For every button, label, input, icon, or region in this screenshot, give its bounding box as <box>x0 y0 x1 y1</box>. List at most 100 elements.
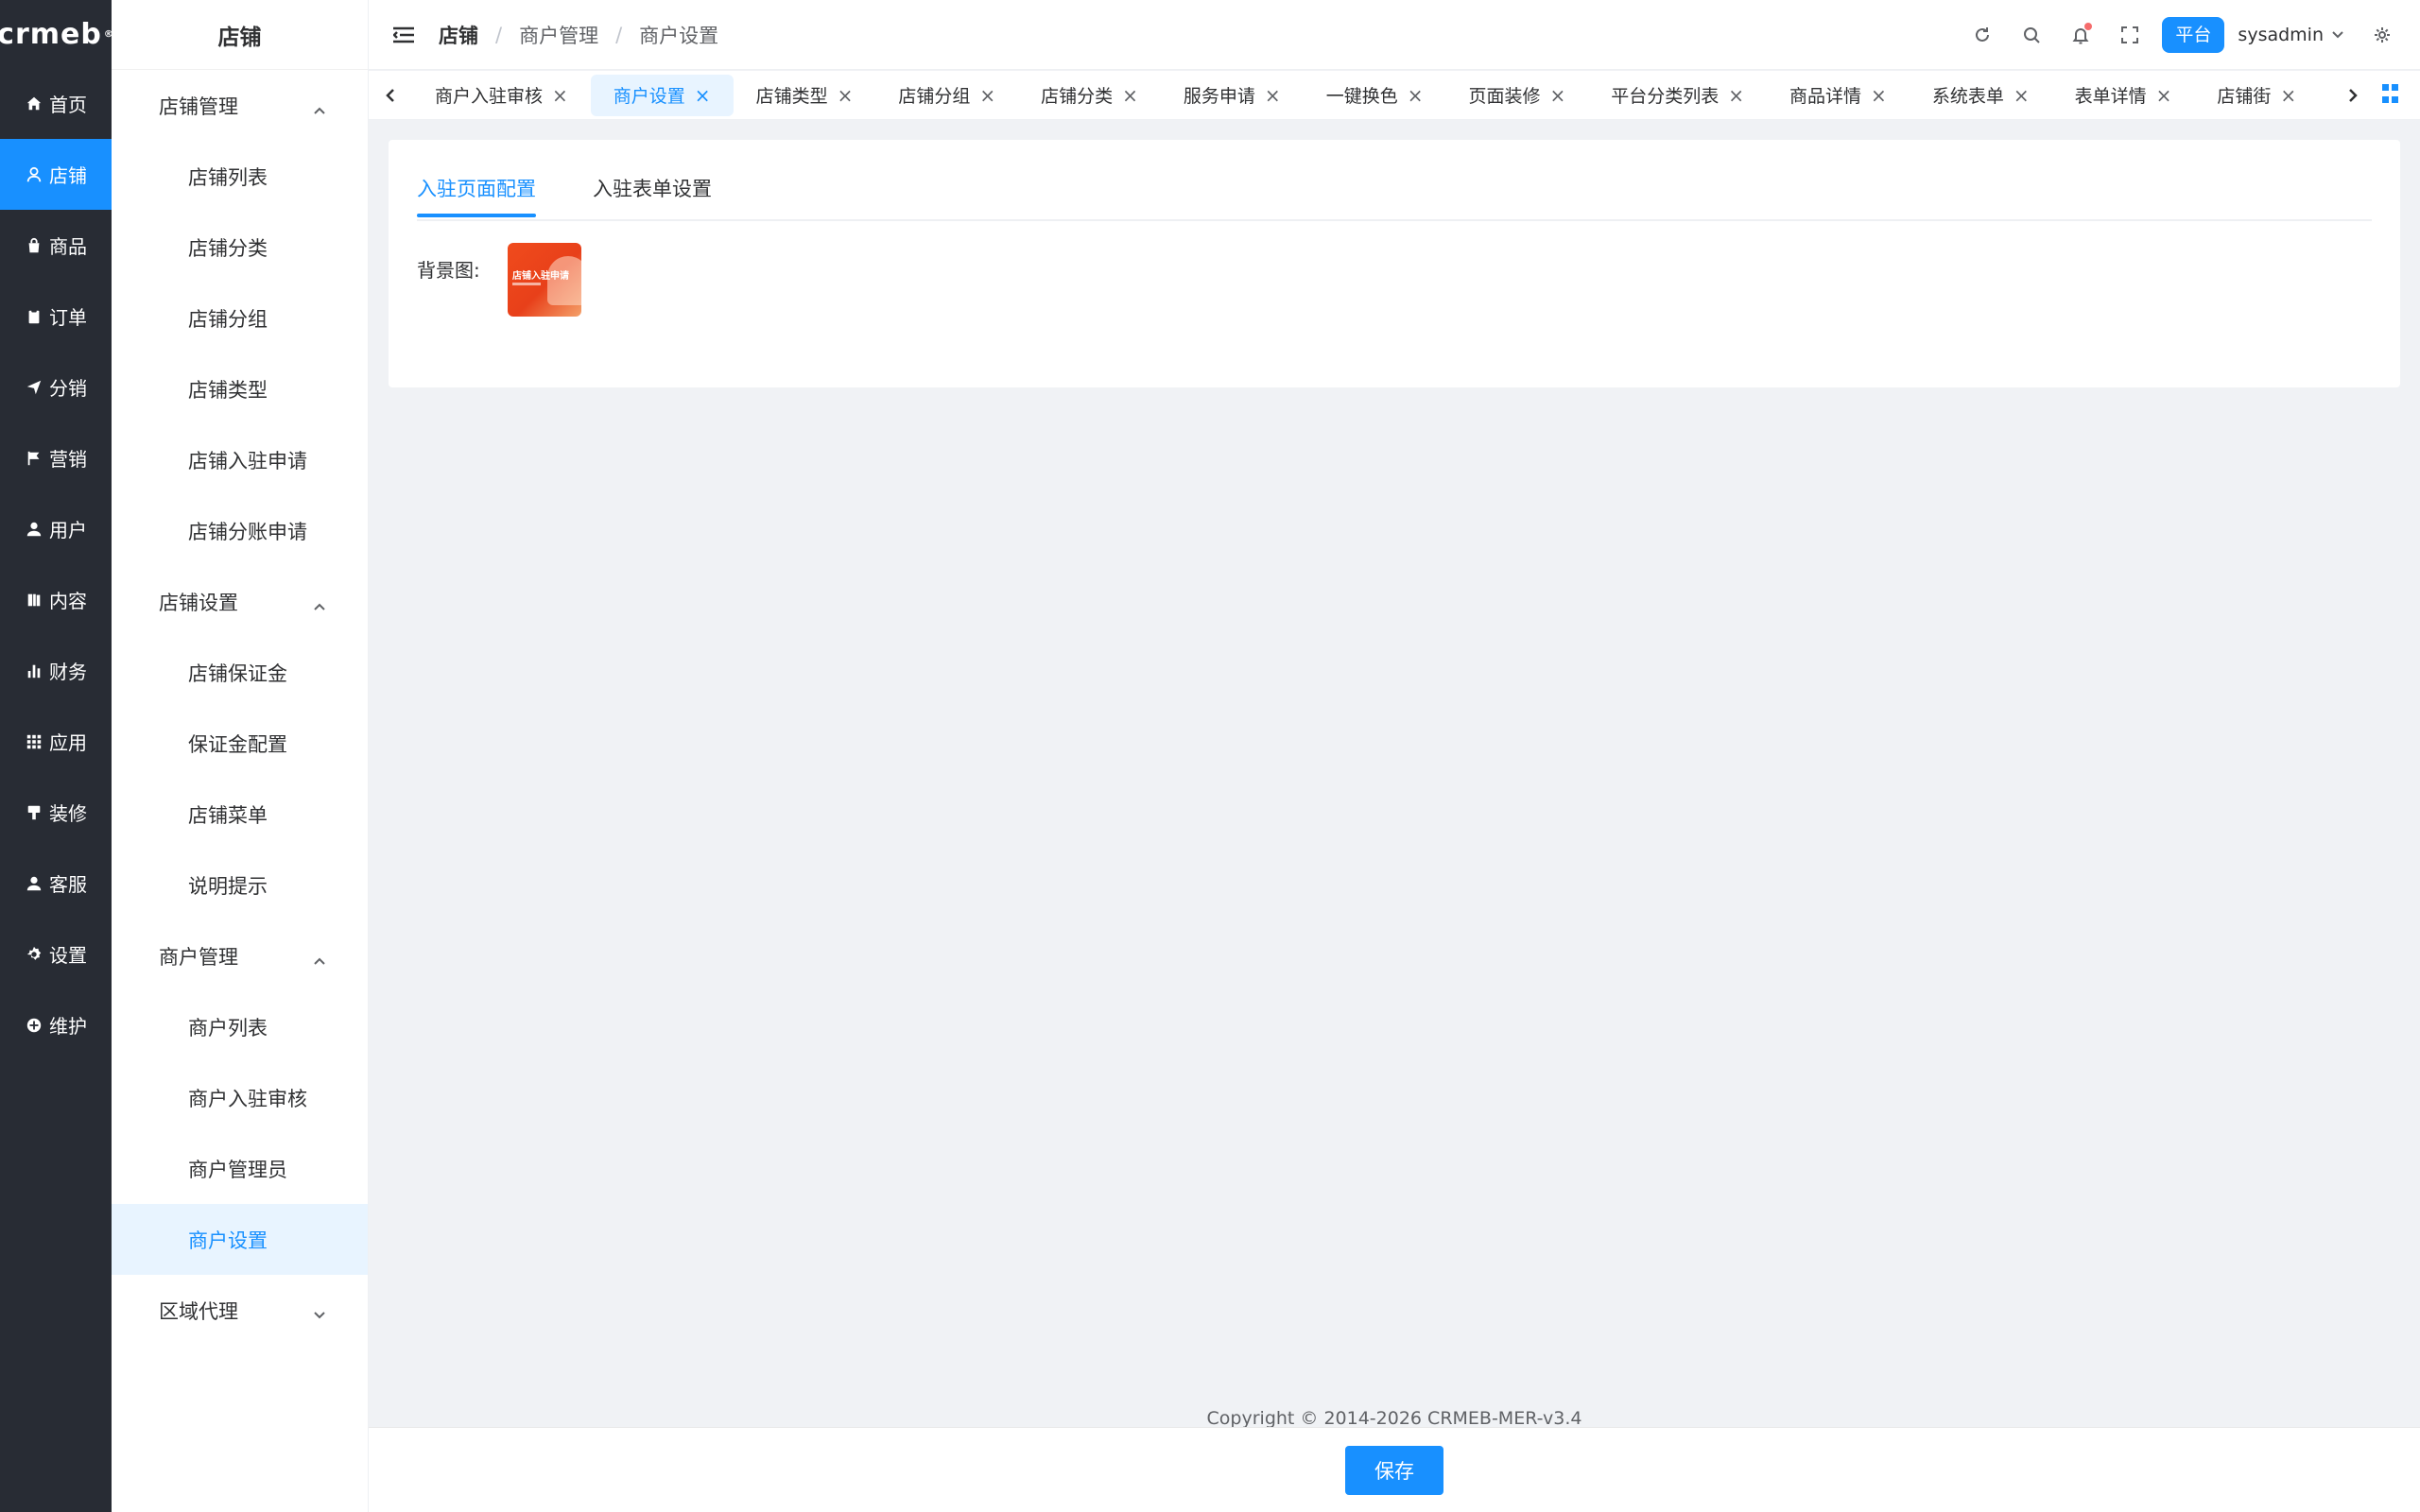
submenu-group-3[interactable]: 区域代理 <box>112 1275 368 1346</box>
submenu-group-2[interactable]: 商户管理 <box>112 920 368 991</box>
settings-gear-icon[interactable] <box>2358 10 2407 60</box>
rail-item-13[interactable]: 维护 <box>0 989 112 1060</box>
submenu-item[interactable]: 店铺入驻申请 <box>112 424 368 495</box>
rail-item-10[interactable]: 装修 <box>0 777 112 848</box>
breadcrumb-item: 商户设置 <box>639 24 719 47</box>
rail-item-5[interactable]: 营销 <box>0 422 112 493</box>
close-icon[interactable]: × <box>838 86 854 105</box>
submenu-item[interactable]: 保证金配置 <box>112 708 368 779</box>
submenu-item[interactable]: 商户设置 <box>112 1204 368 1275</box>
submenu-group-1[interactable]: 店铺设置 <box>112 566 368 637</box>
page-tab[interactable]: 一键换色 × <box>1304 75 1446 116</box>
tabs-scroll-right-icon[interactable] <box>2341 71 2365 120</box>
page-tab[interactable]: 页面装修 × <box>1445 75 1588 116</box>
submenu-group-label: 区域代理 <box>159 1299 238 1323</box>
rail-item-7[interactable]: 内容 <box>0 564 112 635</box>
refresh-icon[interactable] <box>1958 10 2007 60</box>
breadcrumb-item[interactable]: 店铺 <box>439 21 478 49</box>
page-tab-label: 表单详情 <box>2074 86 2147 107</box>
close-icon[interactable]: × <box>2014 86 2030 105</box>
submenu-item[interactable]: 店铺保证金 <box>112 637 368 708</box>
close-icon[interactable]: × <box>695 86 711 105</box>
page-tab-label: 商户入驻审核 <box>435 86 544 107</box>
close-icon[interactable]: × <box>2156 86 2172 105</box>
page-tab-label: 页面装修 <box>1468 86 1541 107</box>
page-tab[interactable]: 商户设置 × <box>590 74 734 116</box>
close-icon[interactable]: × <box>1408 86 1424 105</box>
close-icon[interactable]: × <box>1122 86 1138 105</box>
bag-icon <box>25 236 43 255</box>
tabs-scroll-left-icon[interactable] <box>378 71 403 120</box>
tabs-menu-grid-icon[interactable] <box>2382 83 2405 107</box>
primary-sidebar: crmeb ® 首页 店铺 商品订单分销营销 用户 内容 财务 应用 装修客服设置维护 <box>0 0 113 1512</box>
close-icon[interactable]: × <box>2280 86 2296 105</box>
page-tab[interactable]: 服务申请 × <box>1161 75 1304 116</box>
rail-item-label: 订单 <box>49 306 87 329</box>
rail-item-3[interactable]: 订单 <box>0 281 112 352</box>
page-tab-label: 店铺分组 <box>898 86 971 107</box>
page-tab-label: 服务申请 <box>1183 86 1255 107</box>
page-tab[interactable]: 表单详情 × <box>2052 75 2195 116</box>
page-tab-label: 商品详情 <box>1789 86 1862 107</box>
rail-item-label: 设置 <box>49 944 87 967</box>
page-tab[interactable]: 店铺街 × <box>2194 75 2319 116</box>
breadcrumb-separator: / <box>615 23 623 46</box>
page-tab[interactable]: 商品详情 × <box>1767 75 1910 116</box>
fullscreen-icon[interactable] <box>2105 10 2154 60</box>
tab-entry-form-settings[interactable]: 入驻表单设置 <box>593 174 712 215</box>
background-image-thumbnail[interactable]: 店铺入驻申请 <box>508 243 581 317</box>
save-button[interactable]: 保存 <box>1345 1445 1443 1495</box>
user-menu[interactable]: sysadmin <box>2238 25 2344 45</box>
rail-item-0[interactable]: 首页 <box>0 68 112 139</box>
submenu-group-0[interactable]: 店铺管理 <box>112 70 368 141</box>
submenu-item[interactable]: 店铺列表 <box>112 141 368 212</box>
rail-item-6[interactable]: 用户 <box>0 493 112 564</box>
rail-item-12[interactable]: 设置 <box>0 919 112 989</box>
submenu-item[interactable]: 店铺菜单 <box>112 779 368 850</box>
page-tab[interactable]: 平台分类列表 × <box>1588 75 1767 116</box>
submenu-group-label: 店铺设置 <box>159 591 238 614</box>
breadcrumb-item[interactable]: 商户管理 <box>519 21 598 49</box>
chevron-up-icon <box>313 950 326 965</box>
page-tab[interactable]: 店铺分类 × <box>1018 75 1161 116</box>
close-icon[interactable]: × <box>1265 86 1281 105</box>
tab-entry-page-config[interactable]: 入驻页面配置 <box>417 174 536 217</box>
platform-button[interactable]: 平台 <box>2162 16 2225 53</box>
submenu-item[interactable]: 说明提示 <box>112 850 368 920</box>
top-header: 店铺 / 商户管理 / 商户设置 平台 sysadmin <box>369 0 2420 70</box>
brand-logo[interactable]: crmeb ® <box>0 0 113 68</box>
submenu-item[interactable]: 店铺类型 <box>112 353 368 424</box>
brand-logo-text: crmeb <box>0 17 102 51</box>
close-icon[interactable]: × <box>552 86 568 105</box>
collapse-menu-icon[interactable] <box>392 26 414 43</box>
close-icon[interactable]: × <box>1871 86 1887 105</box>
rail-item-2[interactable]: 商品 <box>0 210 112 281</box>
submenu-item[interactable]: 商户管理员 <box>112 1133 368 1204</box>
search-icon[interactable] <box>2007 10 2056 60</box>
rail-item-9[interactable]: 应用 <box>0 706 112 777</box>
rail-item-11[interactable]: 客服 <box>0 848 112 919</box>
submenu-item[interactable]: 店铺分账申请 <box>112 495 368 566</box>
page-tab[interactable]: 店铺分组 × <box>875 75 1018 116</box>
bell-icon[interactable] <box>2056 10 2105 60</box>
page-tab[interactable]: 系统表单 × <box>1910 75 2052 116</box>
rail-item-label: 客服 <box>49 873 87 896</box>
submenu-item[interactable]: 商户入驻审核 <box>112 1062 368 1133</box>
secondary-sidebar: 店铺 店铺管理 店铺列表 店铺分类 店铺分组 店铺类型 店铺入驻申请 店铺分账申请 店铺设置店… <box>112 0 369 1512</box>
submenu-item[interactable]: 商户列表 <box>112 991 368 1062</box>
rail-item-label: 分销 <box>49 377 87 400</box>
close-icon[interactable]: × <box>979 86 995 105</box>
close-icon[interactable]: × <box>1549 86 1565 105</box>
submenu-item[interactable]: 店铺分类 <box>112 212 368 283</box>
rail-item-8[interactable]: 财务 <box>0 635 112 706</box>
store-icon <box>25 165 43 184</box>
rail-item-4[interactable]: 分销 <box>0 352 112 422</box>
submenu-group-label: 店铺管理 <box>159 94 238 118</box>
page-tab-label: 一键换色 <box>1325 86 1398 107</box>
page-tab[interactable]: 商户入驻审核 × <box>412 75 591 116</box>
submenu-item[interactable]: 店铺分组 <box>112 283 368 353</box>
gear-icon <box>25 945 43 964</box>
rail-item-1[interactable]: 店铺 <box>0 139 112 210</box>
page-tab[interactable]: 店铺类型 × <box>734 75 876 116</box>
close-icon[interactable]: × <box>1728 86 1744 105</box>
